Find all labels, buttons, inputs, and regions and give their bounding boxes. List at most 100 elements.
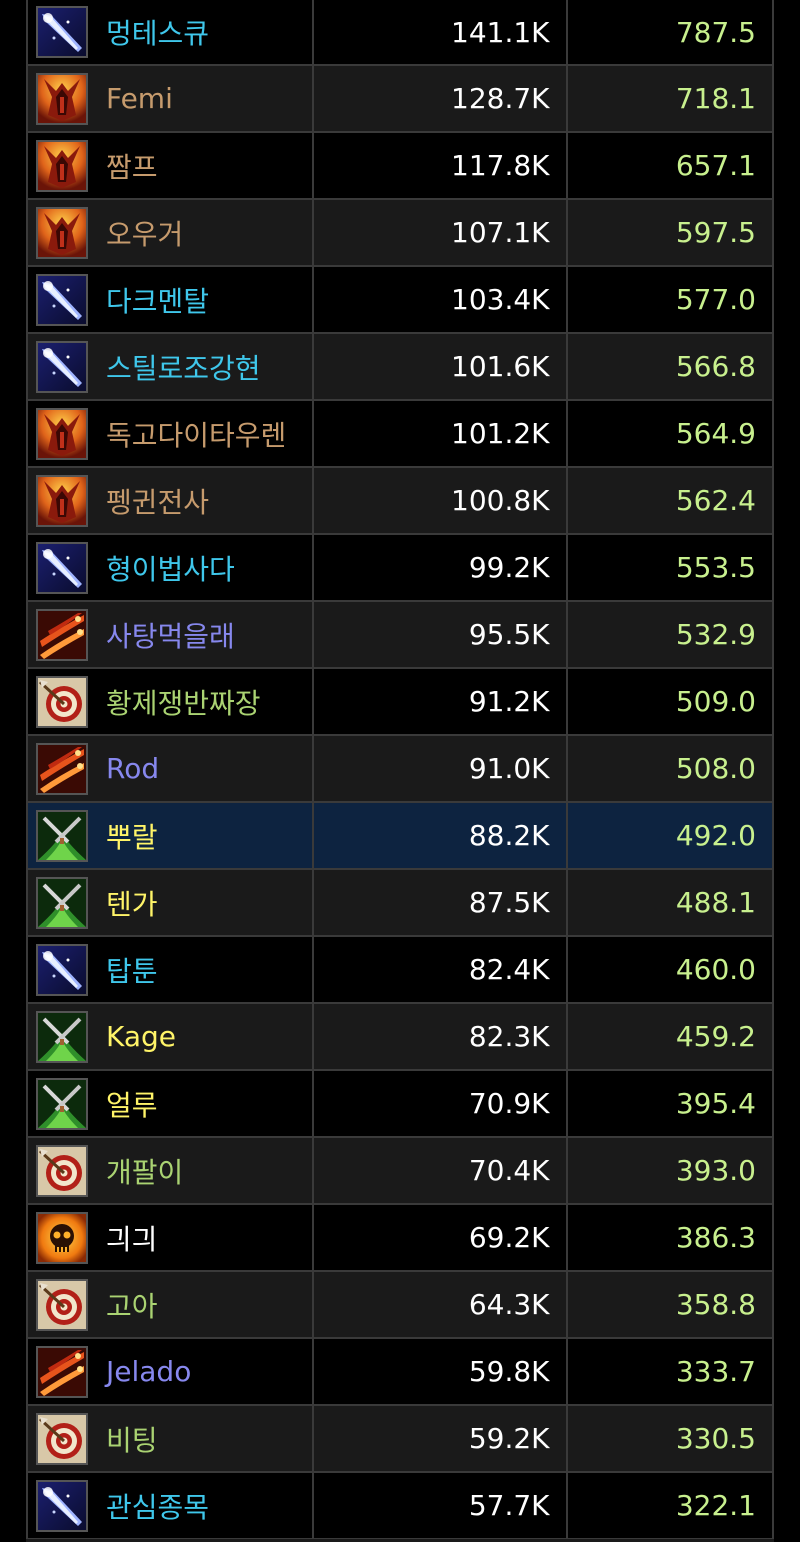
- frost-spike-icon: [36, 541, 88, 594]
- table-row[interactable]: 개팔이 70.4K 393.0: [28, 1138, 772, 1205]
- fire-streak-icon: [36, 1345, 88, 1398]
- player-cell: 멍테스큐: [28, 0, 315, 64]
- table-row[interactable]: 황제쟁반짜장 91.2K 509.0: [28, 669, 772, 736]
- table-row[interactable]: 탑툰 82.4K 460.0: [28, 937, 772, 1004]
- table-row[interactable]: 펭귄전사 100.8K 562.4: [28, 468, 772, 535]
- dps-value: 509.0: [675, 685, 756, 718]
- player-name: 독고다이타우렌: [106, 418, 287, 452]
- table-row[interactable]: 사탕먹을래 95.5K 532.9: [28, 602, 772, 669]
- warrior-helm-icon: [36, 206, 88, 259]
- table-row[interactable]: Femi 128.7K 718.1: [28, 66, 772, 133]
- flaming-skull-icon: [36, 1211, 88, 1264]
- fire-streak-icon: [36, 742, 88, 795]
- damage-value: 103.4K: [314, 267, 568, 332]
- damage-value: 88.2K: [314, 803, 568, 868]
- damage-value: 59.2K: [314, 1406, 568, 1471]
- player-name: 사탕먹을래: [106, 619, 235, 653]
- player-name: 개팔이: [106, 1155, 184, 1189]
- table-row[interactable]: 얼루 70.9K 395.4: [28, 1071, 772, 1138]
- player-name: 긔긔: [106, 1222, 158, 1256]
- damage-value: 70.9K: [314, 1071, 568, 1136]
- dps-value: 393.0: [675, 1154, 756, 1187]
- player-name: 얼루: [106, 1088, 158, 1122]
- damage-value: 82.4K: [314, 937, 568, 1002]
- player-name: Jelado: [106, 1355, 192, 1388]
- table-row[interactable]: Jelado 59.8K 333.7: [28, 1339, 772, 1406]
- damage-value: 107.1K: [314, 200, 568, 265]
- target-bullseye-icon: [36, 675, 88, 728]
- table-row[interactable]: 텐가 87.5K 488.1: [28, 870, 772, 937]
- warrior-helm-icon: [36, 72, 88, 125]
- dps-value: 597.5: [675, 216, 756, 249]
- table-row[interactable]: 비팅 59.2K 330.5: [28, 1406, 772, 1473]
- player-cell: 고아: [28, 1272, 315, 1337]
- table-row[interactable]: Kage 82.3K 459.2: [28, 1004, 772, 1071]
- warrior-helm-icon: [36, 139, 88, 192]
- table-row[interactable]: 짬프 117.8K 657.1: [28, 133, 772, 200]
- player-cell: 사탕먹을래: [28, 602, 315, 667]
- dps-value: 532.9: [675, 618, 756, 651]
- dps-value: 330.5: [675, 1422, 756, 1455]
- player-name: 펭귄전사: [106, 485, 210, 519]
- damage-value: 64.3K: [314, 1272, 568, 1337]
- player-cell: 얼루: [28, 1071, 315, 1136]
- target-bullseye-icon: [36, 1144, 88, 1197]
- player-cell: 개팔이: [28, 1138, 315, 1203]
- damage-value: 95.5K: [314, 602, 568, 667]
- target-bullseye-icon: [36, 1412, 88, 1465]
- dps-value: 488.1: [675, 886, 756, 919]
- table-row[interactable]: 뿌랄 88.2K 492.0: [28, 803, 772, 870]
- damage-value: 101.2K: [314, 401, 568, 466]
- frost-spike-icon: [36, 1479, 88, 1532]
- warrior-helm-icon: [36, 474, 88, 527]
- table-row[interactable]: 다크멘탈 103.4K 577.0: [28, 267, 772, 334]
- table-row[interactable]: 형이법사다 99.2K 553.5: [28, 535, 772, 602]
- frost-spike-icon: [36, 6, 88, 58]
- damage-value: 99.2K: [314, 535, 568, 600]
- player-cell: 긔긔: [28, 1205, 315, 1270]
- player-name: 다크멘탈: [106, 284, 210, 318]
- dps-value: 492.0: [675, 819, 756, 852]
- player-cell: 뿌랄: [28, 803, 315, 868]
- dps-value: 358.8: [675, 1288, 756, 1321]
- damage-value: 101.6K: [314, 334, 568, 399]
- table-row[interactable]: Rod 91.0K 508.0: [28, 736, 772, 803]
- warrior-helm-icon: [36, 407, 88, 460]
- player-name: 관심종목: [106, 1490, 210, 1524]
- damage-value: 128.7K: [314, 66, 568, 131]
- crossed-daggers-icon: [36, 809, 88, 862]
- table-row[interactable]: 스틸로조강현 101.6K 566.8: [28, 334, 772, 401]
- player-cell: Kage: [28, 1004, 315, 1069]
- table-row[interactable]: 관심종목 57.7K 322.1: [28, 1473, 772, 1540]
- player-name: 황제쟁반짜장: [106, 686, 261, 720]
- damage-value: 69.2K: [314, 1205, 568, 1270]
- dps-value: 459.2: [675, 1020, 756, 1053]
- dps-value: 395.4: [675, 1087, 756, 1120]
- crossed-daggers-icon: [36, 1077, 88, 1130]
- damage-value: 70.4K: [314, 1138, 568, 1203]
- player-name: 탑툰: [106, 954, 158, 988]
- table-row[interactable]: 독고다이타우렌 101.2K 564.9: [28, 401, 772, 468]
- damage-meter-table: 멍테스큐 141.1K 787.5 Femi 128.7K 718.1 짬프 117.8K 65…: [26, 0, 774, 1540]
- table-row[interactable]: 오우거 107.1K 597.5: [28, 200, 772, 267]
- player-cell: Femi: [28, 66, 315, 131]
- player-cell: 오우거: [28, 200, 315, 265]
- player-name: 고아: [106, 1289, 158, 1323]
- player-name: 텐가: [106, 887, 158, 921]
- frost-spike-icon: [36, 943, 88, 996]
- table-row[interactable]: 고아 64.3K 358.8: [28, 1272, 772, 1339]
- table-row[interactable]: 멍테스큐 141.1K 787.5: [28, 0, 772, 66]
- player-name: 비팅: [106, 1423, 158, 1457]
- crossed-daggers-icon: [36, 876, 88, 929]
- dps-value: 787.5: [675, 15, 756, 49]
- player-cell: Rod: [28, 736, 315, 801]
- damage-value: 100.8K: [314, 468, 568, 533]
- player-name: Femi: [106, 82, 173, 115]
- damage-value: 82.3K: [314, 1004, 568, 1069]
- dps-value: 333.7: [675, 1355, 756, 1388]
- player-name: 멍테스큐: [106, 17, 210, 50]
- frost-spike-icon: [36, 340, 88, 393]
- dps-value: 564.9: [675, 417, 756, 450]
- player-cell: 스틸로조강현: [28, 334, 315, 399]
- table-row[interactable]: 긔긔 69.2K 386.3: [28, 1205, 772, 1272]
